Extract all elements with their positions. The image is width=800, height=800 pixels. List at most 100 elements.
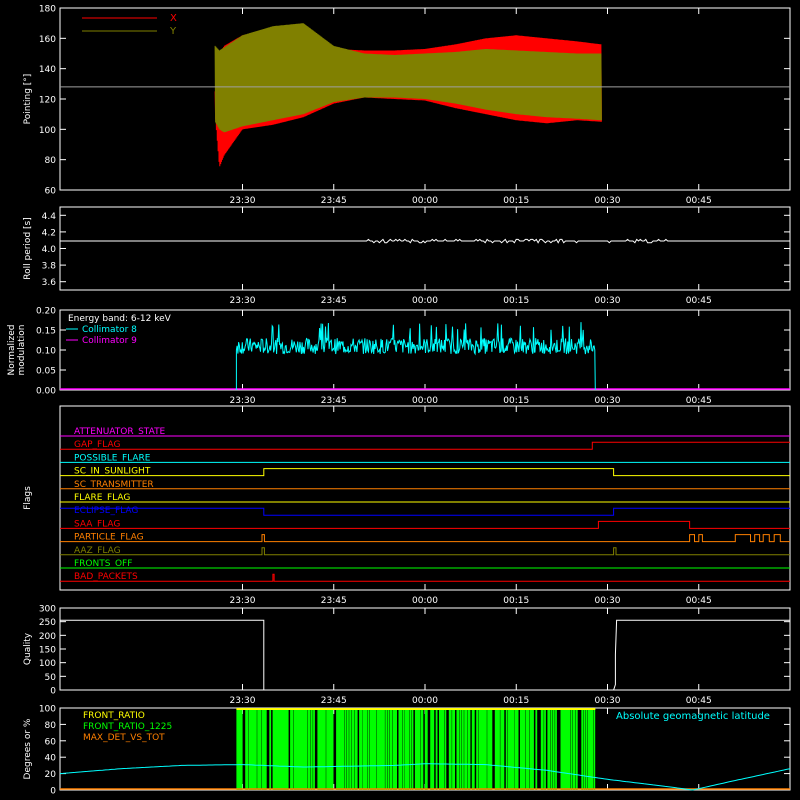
flag-trace-eclipse-flag — [60, 507, 790, 516]
front-ratio-1225-bar — [541, 708, 544, 790]
front-ratio-1225-bar — [535, 708, 538, 790]
quality-xtick-label: 00:15 — [503, 696, 529, 706]
modulation-ytick-label: 0.15 — [36, 327, 56, 337]
pointing-ytick-label: 140 — [39, 65, 56, 75]
quality-ytick-label: 100 — [39, 659, 56, 669]
modulation-xtick-label: 23:45 — [321, 396, 347, 406]
front-ratio-1225-bar — [544, 708, 546, 790]
front-ratio-1225-bar — [457, 708, 460, 790]
front-ratio-1225-bar — [425, 708, 428, 790]
front-ratio-1225-bar — [583, 708, 586, 790]
roll-xtick-label: 00:00 — [412, 296, 438, 306]
pointing-ytick-label: 60 — [45, 187, 57, 197]
pointing-ytick-label: 180 — [39, 5, 56, 15]
quality-xtick-label: 23:45 — [321, 696, 347, 706]
front-ratio-1225-bar — [532, 708, 534, 790]
modulation-xtick-label: 23:30 — [230, 396, 256, 406]
flag-trace-bad-packets — [60, 573, 790, 582]
front-ratio-1225-bar — [527, 708, 530, 790]
legend-label-X: X — [170, 13, 177, 24]
front-ratio-1225-bar — [570, 708, 573, 790]
front-ratio-1225-bar — [269, 708, 272, 790]
flags-xtick-label: 00:15 — [503, 596, 529, 606]
front-ratio-1225-bar — [476, 708, 478, 790]
front-ratio-1225-bar — [286, 708, 289, 790]
pointing-ylabel: Pointing [°] — [23, 74, 33, 125]
front-ratio-1225-bar — [568, 708, 570, 790]
front-ratio-1225-bar — [516, 708, 519, 790]
front-ratio-1225-bar — [442, 708, 445, 790]
front-ratio-1225-bar — [485, 708, 487, 790]
flags-xtick-label: 23:30 — [230, 596, 256, 606]
front-ratio-1225-bar — [352, 708, 355, 790]
front-ratio-1225-bar — [402, 708, 405, 790]
front-ratio-1225-bar — [581, 708, 584, 790]
front-ratio-1225-bar — [344, 708, 347, 790]
front-ratio-1225-bar — [585, 708, 588, 790]
pointing-ytick-label: 80 — [45, 156, 57, 166]
roll-xtick-label: 00:30 — [595, 296, 621, 306]
front-ratio-1225-bar — [355, 708, 358, 790]
modulation-ytick-label: 0.00 — [36, 387, 56, 397]
ratios-bars-group — [236, 708, 596, 790]
front-ratio-1225-bar — [411, 708, 414, 790]
front-ratio-1225-bar — [421, 708, 424, 790]
flags-ylabel: Flags — [23, 486, 33, 510]
modulation-xtick-label: 00:30 — [595, 396, 621, 406]
flags-xtick-label: 00:45 — [686, 596, 712, 606]
front-ratio-1225-bar — [550, 708, 553, 790]
front-ratio-1225-bar — [240, 708, 243, 790]
front-ratio-1225-bar — [347, 708, 349, 790]
front-ratio-1225-bar — [453, 708, 455, 790]
ratios-ytick-label: 80 — [45, 721, 57, 731]
quality-xtick-label: 00:45 — [686, 696, 712, 706]
pointing-xtick-label: 00:45 — [686, 196, 712, 206]
quality-xtick-label: 23:30 — [230, 696, 256, 706]
legend-label-Y: Y — [169, 26, 177, 37]
flags-frame — [59, 405, 791, 591]
modulation-ytick-label: 0.05 — [36, 367, 56, 377]
flags-xtick-label: 23:45 — [321, 596, 347, 606]
legend-label-Collimator-9: Collimator 9 — [82, 336, 137, 346]
pointing-xtick-label: 00:15 — [503, 196, 529, 206]
front-ratio-1225-bar — [367, 708, 370, 790]
front-ratio-1225-bar — [432, 708, 435, 790]
front-ratio-1225-bar — [365, 708, 368, 790]
chart-canvas: 60 80 100 120 140 160 180 Pointing [°] 23:30 23:4… — [7, 5, 791, 797]
pointing-series-group — [214, 23, 602, 167]
pointing-ytick-label: 160 — [39, 35, 56, 45]
roll-ytick-label: 3.6 — [42, 278, 57, 288]
ratios-ytick-label: 100 — [39, 705, 56, 715]
roll-ytick-label: 4.2 — [42, 228, 56, 238]
quality-xtick-label: 00:00 — [412, 696, 438, 706]
front-ratio-1225-bar — [548, 708, 551, 790]
ratios-ytick-label: 20 — [45, 770, 57, 780]
roll-xtick-label: 23:30 — [230, 296, 256, 306]
front-ratio-1225-bar — [387, 708, 390, 790]
legend-label-max-det-vs-tot: MAX_DET_VS_TOT — [83, 733, 165, 743]
roll-xtick-label: 00:15 — [503, 296, 529, 306]
pointing-xtick-label: 00:00 — [412, 196, 438, 206]
flag-trace-saa-flag — [60, 520, 790, 529]
ratios-ytick-label: 60 — [45, 737, 57, 747]
front-ratio-1225-bar — [444, 708, 447, 790]
flag-trace-gap-flag — [60, 441, 790, 450]
front-ratio-1225-bar — [435, 708, 438, 790]
front-ratio-1225-bar — [324, 708, 326, 790]
flags-xtick-label: 00:00 — [412, 596, 438, 606]
legend-label-Collimator-8: Collimator 8 — [82, 325, 137, 335]
front-ratio-1225-bar — [385, 708, 388, 790]
front-ratio-1225-bar — [400, 708, 403, 790]
front-ratio-1225-bar — [255, 708, 257, 790]
quality-ytick-label: 300 — [39, 605, 56, 615]
pointing-xtick-label: 23:30 — [230, 196, 256, 206]
front-ratio-1225-bar — [383, 708, 385, 790]
legend-label-front-ratio-1225: FRONT_RATIO_1225 — [83, 722, 172, 732]
quality-ytick-label: 250 — [39, 618, 56, 628]
front-ratio-1225-bar — [555, 708, 557, 790]
modulation-series-collimator-8 — [235, 322, 596, 391]
front-ratio-1225-bar — [313, 708, 315, 790]
roll-series — [60, 238, 790, 244]
front-ratio-1225-bar — [575, 708, 578, 790]
front-ratio-1225-bar — [498, 708, 500, 790]
